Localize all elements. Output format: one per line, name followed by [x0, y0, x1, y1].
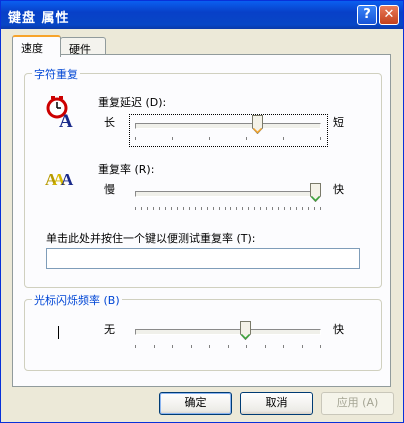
tab-speed-label: 速度: [21, 42, 43, 55]
repeat-rate-thumb[interactable]: [310, 183, 321, 202]
slider-tick: [201, 207, 202, 210]
char-repeat-group-label: 字符重复: [32, 66, 80, 82]
repeat-rate-label: 重复率 (R):: [98, 163, 155, 176]
slider-tick: [230, 207, 231, 210]
slider-tick: [320, 345, 321, 348]
close-button[interactable]: ✕: [379, 5, 399, 25]
repeat-delay-label: 重复延迟 (D):: [98, 96, 167, 109]
repeat-delay-icon: A: [46, 96, 73, 129]
slider-tick: [246, 137, 247, 140]
slider-tick: [302, 345, 303, 348]
slider-tick: [242, 207, 243, 210]
repeat-rate-max-label: 快: [333, 183, 344, 196]
slider-tick: [225, 207, 226, 210]
tab-panel-speed: 字符重复 A 重复延迟 (D): 长 短 A A A 重复率 (R): 慢 快 …: [12, 54, 391, 387]
slider-tick: [135, 345, 136, 348]
slider-tick: [219, 207, 220, 210]
slider-tick: [254, 207, 255, 210]
slider-tick: [320, 207, 321, 210]
slider-tick: [159, 207, 160, 210]
cursor-blink-min-label: 无: [104, 323, 115, 336]
cursor-blink-thumb[interactable]: [240, 321, 251, 340]
slider-tick: [207, 207, 208, 210]
slider-tick: [209, 137, 210, 140]
repeat-delay-max-label: 短: [333, 116, 344, 129]
slider-tick: [191, 345, 192, 348]
slider-tick: [290, 207, 291, 210]
cursor-blink-max-label: 快: [333, 323, 344, 336]
slider-tick: [172, 345, 173, 348]
repeat-delay-track: [135, 123, 321, 129]
slider-tick: [296, 207, 297, 210]
slider-tick: [147, 207, 148, 210]
slider-tick: [283, 345, 284, 348]
repeat-test-label: 单击此处并按住一个键以便测试重复率 (T):: [46, 232, 256, 245]
slider-tick: [189, 207, 190, 210]
repeat-rate-min-label: 慢: [104, 183, 115, 196]
cancel-button[interactable]: 取消: [240, 392, 313, 415]
slider-tick: [135, 137, 136, 140]
slider-tick: [183, 207, 184, 210]
cursor-blink-track: [135, 329, 321, 335]
repeat-delay-thumb[interactable]: [252, 115, 263, 134]
slider-tick: [153, 207, 154, 210]
repeat-rate-track: [135, 191, 321, 197]
repeat-delay-ticks: [135, 137, 321, 143]
repeat-rate-icon: A A A: [45, 170, 74, 189]
slider-tick: [283, 137, 284, 140]
tab-speed[interactable]: 速度: [12, 35, 61, 57]
slider-tick: [165, 207, 166, 210]
slider-tick: [154, 345, 155, 348]
keyboard-properties-dialog: 键盘 属性 ? ✕ 速度 硬件 字符重复 A 重复延迟 (D): 长 短 A A…: [0, 0, 404, 423]
slider-tick: [320, 137, 321, 140]
title-bar: 键盘 属性 ? ✕: [1, 1, 403, 29]
slider-tick: [172, 137, 173, 140]
slider-tick: [177, 207, 178, 210]
cursor-preview-icon: [58, 326, 59, 339]
repeat-test-input[interactable]: [46, 248, 360, 269]
slider-tick: [284, 207, 285, 210]
cursor-blink-group-label: 光标闪烁频率 (B): [32, 292, 122, 308]
slider-tick: [228, 345, 229, 348]
slider-tick: [260, 207, 261, 210]
slider-tick: [195, 207, 196, 210]
slider-tick: [308, 207, 309, 210]
repeat-rate-ticks: [135, 207, 321, 213]
slider-tick: [302, 207, 303, 210]
ok-button[interactable]: 确定: [159, 392, 232, 415]
svg-text:A: A: [59, 111, 73, 129]
apply-button[interactable]: 应用 (A): [321, 392, 394, 415]
slider-tick: [265, 345, 266, 348]
slider-tick: [266, 207, 267, 210]
slider-tick: [246, 345, 247, 348]
slider-tick: [171, 207, 172, 210]
slider-tick: [272, 207, 273, 210]
repeat-rate-slider[interactable]: [135, 183, 321, 215]
slider-tick: [135, 207, 136, 210]
slider-tick: [278, 207, 279, 210]
slider-tick: [141, 207, 142, 210]
slider-tick: [248, 207, 249, 210]
repeat-delay-min-label: 长: [104, 116, 115, 129]
help-button[interactable]: ?: [357, 5, 377, 25]
slider-tick: [209, 345, 210, 348]
cursor-blink-ticks: [135, 345, 321, 351]
cursor-blink-slider[interactable]: [135, 321, 321, 353]
repeat-delay-slider[interactable]: [135, 115, 321, 143]
slider-tick: [213, 207, 214, 210]
slider-tick: [236, 207, 237, 210]
slider-tick: [314, 207, 315, 210]
svg-text:A: A: [61, 170, 74, 189]
window-title: 键盘 属性: [8, 11, 70, 26]
